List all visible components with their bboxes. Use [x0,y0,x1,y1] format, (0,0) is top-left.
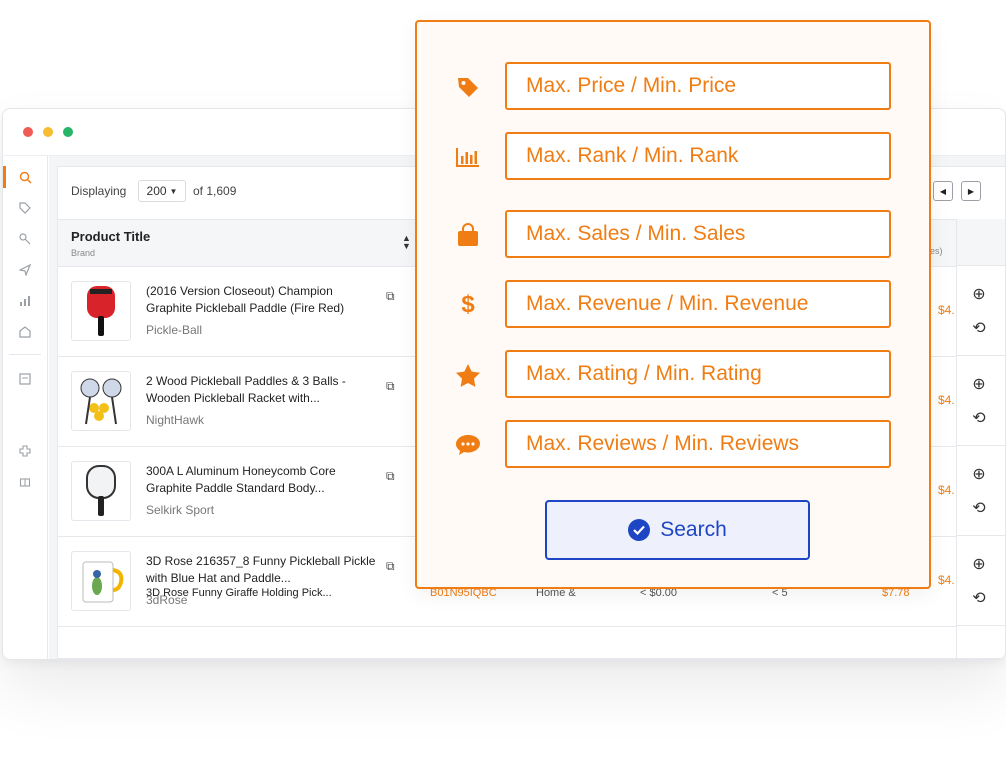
product-brand: Selkirk Sport [146,503,215,517]
sidebar-send-icon[interactable] [3,259,47,281]
product-brand: NightHawk [146,413,205,427]
sidebar-chart-icon[interactable] [3,290,47,312]
prev-page-button[interactable]: ◀ [933,181,953,201]
page-size-select[interactable]: 200 ▼ [138,180,186,202]
product-image[interactable] [71,281,131,341]
search-button-label: Search [660,518,727,541]
filter-row-sales: Max. Sales / Min. Sales [417,210,929,260]
revenue-range-input[interactable]: Max. Revenue / Min. Revenue [505,280,891,328]
product-title: (2016 Version Closeout) Champion Graphit… [146,284,345,315]
row-actions: ⊕ ⟲ [957,266,1005,356]
product-title: 3D Rose Funny Giraffe Holding Pick... [146,587,332,599]
shopping-bag-icon [455,223,481,247]
caret-down-icon: ▼ [169,186,178,196]
prev-triangle-icon: ◀ [939,186,947,196]
product-title: 2 Wood Pickleball Paddles & 3 Balls - Wo… [146,374,346,405]
price-value: $4. [938,393,955,407]
search-button[interactable]: Search [545,500,810,560]
add-circle-icon[interactable]: ⊕ [970,286,988,304]
minimize-window-dot[interactable] [43,127,53,137]
sidebar-gift-icon[interactable] [3,470,47,492]
sidebar-plus-icon[interactable] [3,440,47,462]
chat-icon [455,433,481,457]
actions-column: ⊕ ⟲ ⊕ ⟲ ⊕ ⟲ ⊕ ⟲ [956,219,1005,658]
sidebar-key-icon[interactable] [3,228,47,250]
row-actions: ⊕ ⟲ [957,356,1005,446]
dollar-icon: $ [461,291,475,318]
filter-row-rating: Max. Rating / Min. Rating [417,350,929,400]
external-link-icon[interactable]: ⧉ [386,379,395,394]
sidebar [3,156,48,659]
sidebar-search-icon[interactable] [3,166,47,188]
check-circle-icon [628,519,651,541]
filter-panel: Max. Price / Min. Price Max. Rank / Min.… [415,20,931,589]
row-actions: ⊕ ⟲ [957,536,1005,626]
sales-range-input[interactable]: Max. Sales / Min. Sales [505,210,891,258]
row-actions: ⊕ ⟲ [957,446,1005,536]
refresh-icon[interactable]: ⟲ [970,590,988,608]
product-brand: Pickle-Ball [146,323,203,337]
total-count: of 1,609 [193,184,237,198]
close-window-dot[interactable] [23,127,33,137]
refresh-icon[interactable]: ⟲ [970,500,988,518]
maximize-window-dot[interactable] [63,127,73,137]
sidebar-tag-icon[interactable] [3,197,47,219]
external-link-icon[interactable]: ⧉ [386,559,395,574]
product-title: 300A L Aluminum Honeycomb Core Graphite … [146,464,336,495]
sidebar-store-icon[interactable] [3,321,47,343]
displaying-label: Displaying [71,184,127,198]
product-image[interactable] [71,371,131,431]
reviews-range-input[interactable]: Max. Reviews / Min. Reviews [505,420,891,468]
price-value: $4. [938,483,955,497]
product-image[interactable] [71,551,131,611]
col-product-title[interactable]: Product Title [71,229,150,244]
filter-row-price: Max. Price / Min. Price [417,62,929,112]
page-size-value: 200 [146,184,167,198]
price-range-input[interactable]: Max. Price / Min. Price [505,62,891,110]
price-value: $4. [938,303,955,317]
add-circle-icon[interactable]: ⊕ [970,376,988,394]
sidebar-divider [9,354,41,355]
refresh-icon[interactable]: ⟲ [970,320,988,338]
external-link-icon[interactable]: ⧉ [386,469,395,484]
sidebar-list-icon[interactable] [3,368,47,390]
add-circle-icon[interactable]: ⊕ [970,556,988,574]
external-link-icon[interactable]: ⧉ [386,289,395,304]
actions-header [957,219,1005,266]
bar-chart-icon [455,145,481,169]
rank-range-input[interactable]: Max. Rank / Min. Rank [505,132,891,180]
col-header-fragment: es) [930,246,943,256]
product-image[interactable] [71,461,131,521]
filter-row-rank: Max. Rank / Min. Rank [417,132,929,182]
refresh-icon[interactable]: ⟲ [970,410,988,428]
col-brand: Brand [71,248,96,258]
next-page-button[interactable]: ▶ [961,181,981,201]
filter-row-reviews: Max. Reviews / Min. Reviews [417,420,929,470]
next-triangle-icon: ▶ [967,186,975,196]
star-icon [455,363,481,387]
filter-row-revenue: $ Max. Revenue / Min. Revenue [417,280,929,330]
tag-icon [455,75,481,99]
sort-icon[interactable]: ▲ ▼ [402,234,411,251]
rating-range-input[interactable]: Max. Rating / Min. Rating [505,350,891,398]
add-circle-icon[interactable]: ⊕ [970,466,988,484]
